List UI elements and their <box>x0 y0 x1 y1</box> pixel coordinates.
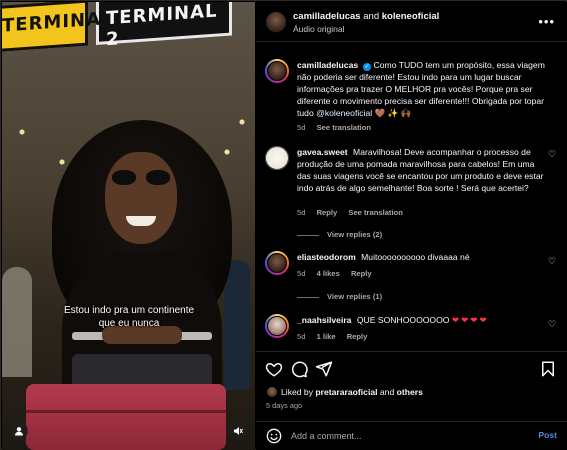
red-hearts-emoji: ❤❤❤❤ <box>451 315 489 325</box>
comment-text: eliasteodorom Muitoooooooooo divaaaa né <box>297 252 470 262</box>
more-options-icon[interactable]: ••• <box>538 14 555 29</box>
view-replies-button[interactable]: View replies (2) <box>297 230 382 239</box>
author-username[interactable]: camilladelucas <box>293 11 361 22</box>
mention-link[interactable]: @koleneoficial <box>316 108 372 118</box>
sunglasses <box>112 170 170 186</box>
tagged-user-icon[interactable] <box>10 422 28 440</box>
like-comment-heart-icon[interactable]: ♡ <box>548 320 557 329</box>
reply-button[interactable]: Reply <box>347 332 368 341</box>
view-replies-button[interactable]: View replies (1) <box>297 292 382 301</box>
post-actions: Liked by pretararaoficial and others 5 d… <box>256 351 567 421</box>
post-details-panel: camilladelucas and koleneoficial Áudio o… <box>256 2 567 450</box>
comment-input[interactable] <box>291 426 521 446</box>
collab-username[interactable]: koleneoficial <box>382 11 440 22</box>
comment-meta: 5d Reply See translation <box>297 208 403 217</box>
others-link[interactable]: others <box>397 387 423 397</box>
liker-username[interactable]: pretararaoficial <box>315 387 377 397</box>
commenter-username[interactable]: _naahsilveira <box>297 315 351 325</box>
comment-meta: 5d 4 likes Reply <box>297 269 372 278</box>
commenter-avatar[interactable] <box>265 251 289 275</box>
verified-badge-icon: ✓ <box>363 63 372 71</box>
terminal-sign-right-text: TERMINAL 2 <box>106 2 218 51</box>
comment-meta: 5d 1 like Reply <box>297 332 368 341</box>
video-subtitle: Estou indo pra um continente que eu nunc… <box>63 305 195 329</box>
liked-by-summary: Liked by pretararaoficial and others <box>266 386 423 398</box>
commenter-username[interactable]: gavea.sweet <box>297 147 348 157</box>
commenter-username[interactable]: eliasteodorom <box>297 252 356 262</box>
post-timestamp: 5 days ago <box>266 401 303 410</box>
woman-face <box>105 152 177 244</box>
likes-count[interactable]: 4 likes <box>317 269 340 278</box>
comments-list[interactable]: camilladelucas ✓ Como TUDO tem um propósi… <box>256 43 567 351</box>
red-suitcase <box>26 384 226 450</box>
author-avatar[interactable] <box>265 11 287 33</box>
reply-button[interactable]: Reply <box>317 208 338 217</box>
share-send-icon[interactable] <box>315 360 333 378</box>
caption-username[interactable]: camilladelucas <box>297 60 358 70</box>
caption-meta: 5d See translation <box>297 123 372 132</box>
commenter-avatar[interactable] <box>265 314 289 338</box>
like-heart-icon[interactable] <box>265 360 283 378</box>
post-modal: TERMINAL 2 TERMINAL 2 Estou indo pra um … <box>0 0 567 450</box>
commenter-avatar[interactable] <box>265 146 289 170</box>
likes-count[interactable]: 1 like <box>317 332 336 341</box>
post-header: camilladelucas and koleneoficial Áudio o… <box>256 2 567 42</box>
reel-video[interactable]: TERMINAL 2 TERMINAL 2 Estou indo pra um … <box>2 2 255 450</box>
comment-text: gavea.sweet Maravilhosa! Deve acompanhar… <box>297 147 544 193</box>
emoji-icon[interactable] <box>266 428 282 444</box>
see-translation-link[interactable]: See translation <box>317 123 371 132</box>
caption-text: camilladelucas ✓ Como TUDO tem um propósi… <box>297 60 545 118</box>
audio-label[interactable]: Áudio original <box>293 24 345 34</box>
save-bookmark-icon[interactable] <box>539 360 557 378</box>
like-comment-heart-icon[interactable]: ♡ <box>548 150 557 159</box>
see-translation-link[interactable]: See translation <box>348 208 402 217</box>
comment-text: _naahsilveira QUE SONHOOOOOOO ❤❤❤❤ <box>297 315 489 325</box>
post-authors: camilladelucas and koleneoficial <box>293 11 440 22</box>
post-comment-button[interactable]: Post <box>538 430 557 440</box>
comment-bubble-icon[interactable] <box>290 360 308 378</box>
liker-avatar[interactable] <box>266 386 278 398</box>
caption-avatar[interactable] <box>265 59 289 83</box>
add-comment-bar: Post <box>256 421 567 450</box>
like-comment-heart-icon[interactable]: ♡ <box>548 257 557 266</box>
mute-icon[interactable] <box>229 422 247 440</box>
reply-button[interactable]: Reply <box>351 269 372 278</box>
